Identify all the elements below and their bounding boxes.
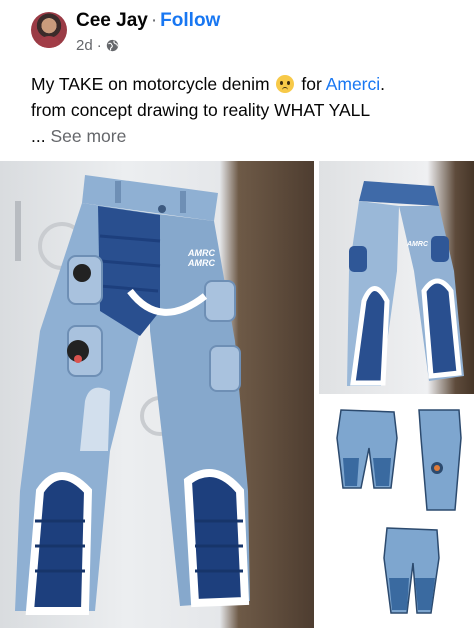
globe-icon[interactable] — [106, 39, 119, 52]
sketch-side-pants — [418, 409, 462, 511]
caption-ellipsis: ... — [31, 126, 46, 146]
side-pocket — [349, 246, 367, 272]
belt-loop — [115, 181, 121, 203]
sketch-back-shin — [389, 578, 435, 610]
caption-line-2: from concept drawing to reality WHAT YAL… — [31, 100, 371, 120]
sketch-knee-accent — [434, 465, 440, 471]
pleading-face-emoji-icon — [276, 75, 295, 93]
main-pants-illustration: AMRC AMRC — [15, 175, 250, 615]
side-pants-illustration: AMRC — [347, 181, 464, 386]
side-pocket — [431, 236, 449, 262]
see-more-link[interactable]: See more — [50, 126, 126, 146]
meta-separator: · — [96, 37, 102, 54]
caption-line-3: ... See more — [31, 123, 461, 149]
belt-loop — [180, 191, 186, 213]
concept-sketch-photo[interactable] — [319, 398, 474, 628]
caption-period: . — [380, 74, 386, 94]
post-time[interactable]: 2d — [76, 37, 93, 54]
post-caption: My TAKE on motorcycle denim for Amerci. … — [31, 71, 461, 149]
backdrop-stripe — [15, 201, 21, 261]
follow-button[interactable]: Follow — [160, 10, 220, 31]
side-right-shin-panel — [421, 278, 462, 379]
author-row: Cee Jay · Follow — [76, 10, 220, 32]
side-waistband — [359, 181, 439, 206]
separator-dot: · — [150, 10, 158, 31]
side-brand-label: AMRC — [406, 241, 429, 248]
main-brand-label-2: AMRC — [187, 258, 215, 268]
cargo-pocket — [204, 280, 236, 322]
concept-sketch-illustration — [336, 409, 462, 614]
author-avatar[interactable] — [31, 12, 67, 48]
amerci-link[interactable]: Amerci — [326, 74, 380, 94]
pants-left-shin-panel — [25, 472, 93, 615]
pocket-logo-accent — [74, 355, 82, 363]
side-photo[interactable]: AMRC — [319, 161, 474, 394]
post-meta: 2d · — [76, 37, 119, 54]
author-name[interactable]: Cee Jay — [76, 10, 148, 31]
pants-right-shin-panel — [183, 469, 250, 608]
caption-line-1: My TAKE on motorcycle denim for Amerci. — [31, 71, 461, 97]
waist-button — [158, 205, 166, 213]
post-header: Cee Jay · Follow 2d · — [0, 0, 474, 62]
caption-text-mid: for — [301, 74, 322, 94]
caption-text-start: My TAKE on motorcycle denim — [31, 74, 270, 94]
sketch-front-shin — [343, 458, 391, 486]
cargo-pocket — [209, 345, 241, 392]
main-brand-label: AMRC — [187, 248, 215, 258]
main-photo[interactable]: AMRC AMRC — [0, 161, 314, 628]
pocket-logo — [73, 264, 91, 282]
